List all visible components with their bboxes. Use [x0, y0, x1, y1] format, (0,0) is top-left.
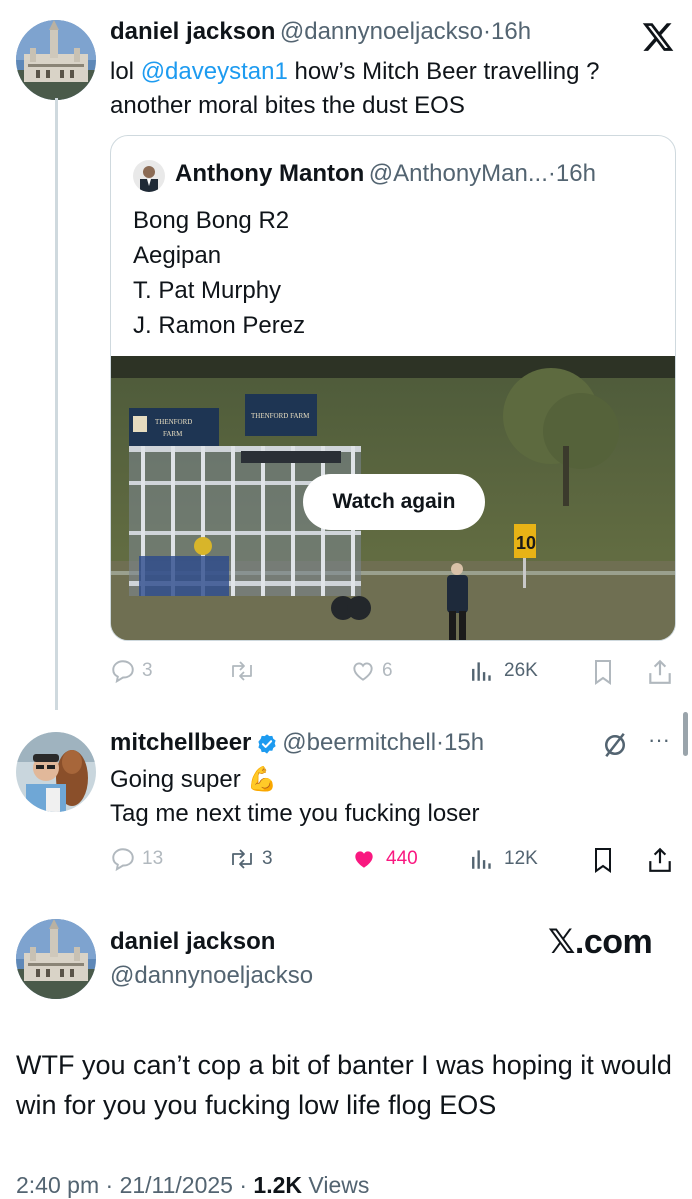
grok-icon[interactable]: [600, 730, 630, 760]
quote-line: J. Ramon Perez: [133, 312, 306, 339]
quote-line: Bong Bong R2: [133, 207, 290, 234]
reply-icon: [112, 848, 134, 872]
quote-author-handle[interactable]: @AnthonyMan...: [369, 160, 548, 187]
reply-count: 13: [142, 848, 164, 869]
tweet3-time[interactable]: 2:40 pm: [16, 1172, 99, 1198]
video-thumbnail[interactable]: THENFORD FARM THENFORD FARM 10 Watch aga…: [111, 356, 675, 640]
bookmark-icon: [595, 660, 611, 685]
like-button[interactable]: 6: [350, 658, 393, 684]
tweet1-text-post: how’s Mitch Beer travelling ?: [287, 58, 600, 85]
avatar-anthony-manton[interactable]: [133, 160, 165, 192]
tweet2-line1: Going super 💪: [110, 766, 278, 793]
gate-sign-text: THENFORD FARM: [251, 412, 310, 420]
tweet3-author-handle[interactable]: @dannynoeljackso: [110, 962, 313, 990]
avatar-daniel-jackson-main[interactable]: [16, 919, 96, 999]
quoted-tweet-card[interactable]: Anthony Manton @AnthonyMan...·16h Bong B…: [110, 135, 676, 641]
retweet-count: 3: [262, 848, 273, 869]
tweet2-timestamp[interactable]: 15h: [444, 729, 484, 756]
tweet2-line2: Tag me next time you fucking loser: [110, 800, 480, 827]
x-com-brand: 𝕏.com: [548, 923, 653, 961]
views-count: 26K: [504, 660, 538, 681]
tweet1-separator: ·: [483, 18, 492, 45]
gate-sign-text: FARM: [163, 430, 183, 438]
tweet2-author-name[interactable]: mitchellbeer: [110, 729, 251, 756]
tweet1-text: lol @daveystan1 how’s Mitch Beer travell…: [110, 55, 670, 123]
bookmark-icon: [595, 848, 611, 873]
quote-timestamp[interactable]: 16h: [556, 160, 596, 187]
views-button[interactable]: 26K: [470, 658, 538, 684]
quote-text: Bong Bong R2 Aegipan T. Pat Murphy J. Ra…: [133, 203, 653, 343]
share-icon: [649, 847, 671, 872]
tweet3-author-name[interactable]: daniel jackson: [110, 928, 275, 956]
tweet3-date[interactable]: 21/11/2025: [120, 1172, 233, 1198]
tweet3-views-label: Views: [308, 1172, 370, 1198]
scrollbar[interactable]: [683, 712, 688, 756]
bookmark-button[interactable]: [591, 658, 615, 686]
x-logo-icon[interactable]: [641, 20, 675, 54]
heart-filled-icon: [355, 851, 373, 868]
thread-line: [55, 98, 58, 710]
analytics-icon: [472, 850, 491, 869]
quote-separator: ·: [547, 160, 556, 187]
reply-icon: [112, 660, 134, 684]
avatar-daniel-jackson[interactable]: [16, 20, 96, 100]
views-count: 12K: [504, 848, 538, 869]
retweet-icon: [232, 849, 252, 869]
distance-marker-text: 10: [516, 533, 536, 553]
tweet3-text: WTF you can’t cop a bit of banter I was …: [16, 1050, 672, 1120]
quote-author-name[interactable]: Anthony Manton: [175, 160, 364, 187]
share-icon: [649, 659, 671, 684]
retweet-icon: [232, 661, 252, 681]
tweet2-header: mitchellbeer @beermitchell·15h: [110, 729, 590, 761]
gate-sign-text: THENFORD: [155, 418, 192, 426]
heart-icon: [353, 662, 373, 681]
tweet1-author-name[interactable]: daniel jackson: [110, 18, 275, 45]
bookmark-button[interactable]: [591, 846, 615, 874]
share-button[interactable]: [647, 658, 673, 686]
reply-count: 3: [142, 660, 153, 681]
analytics-icon: [472, 662, 491, 681]
quote-line: T. Pat Murphy: [133, 277, 282, 304]
like-count: 6: [382, 660, 393, 681]
watch-again-button[interactable]: Watch again: [303, 474, 485, 530]
more-options-button[interactable]: ···: [648, 727, 670, 753]
quote-header: Anthony Manton @AnthonyMan...·16h: [175, 160, 665, 192]
like-count: 440: [386, 848, 418, 869]
tweet3-views-count[interactable]: 1.2K: [253, 1172, 302, 1198]
share-button[interactable]: [647, 846, 673, 874]
tweet3-meta-sep: ·: [239, 1172, 248, 1198]
tweet2-author-handle[interactable]: @beermitchell: [282, 729, 436, 756]
reply-button[interactable]: 3: [110, 658, 153, 684]
tweet3-meta-sep: ·: [105, 1172, 114, 1198]
tweet1-text-pre: lol: [110, 58, 141, 85]
like-button[interactable]: 440: [350, 846, 418, 872]
tweet1-author-handle[interactable]: @dannynoeljackso: [280, 18, 483, 45]
retweet-button[interactable]: [228, 658, 262, 684]
tweet3-meta: 2:40 pm · 21/11/2025 · 1.2K Views: [16, 1172, 369, 1199]
reply-button[interactable]: 13: [110, 846, 163, 872]
tweet1-timestamp[interactable]: 16h: [491, 18, 531, 45]
avatar-mitchellbeer[interactable]: [16, 732, 96, 812]
tweet1-header: daniel jackson @dannynoeljackso·16h: [110, 18, 630, 50]
tweet1-mention-link[interactable]: @daveystan1: [141, 58, 288, 85]
quote-line: Aegipan: [133, 242, 222, 269]
verified-badge-icon: [258, 734, 276, 754]
tweet2-separator: ·: [436, 729, 445, 756]
views-button[interactable]: 12K: [470, 846, 538, 872]
tweet1-text-line2: another moral bites the dust EOS: [110, 92, 465, 119]
tweet2-text: Going super 💪 Tag me next time you fucki…: [110, 763, 650, 831]
retweet-button[interactable]: 3: [228, 846, 273, 872]
